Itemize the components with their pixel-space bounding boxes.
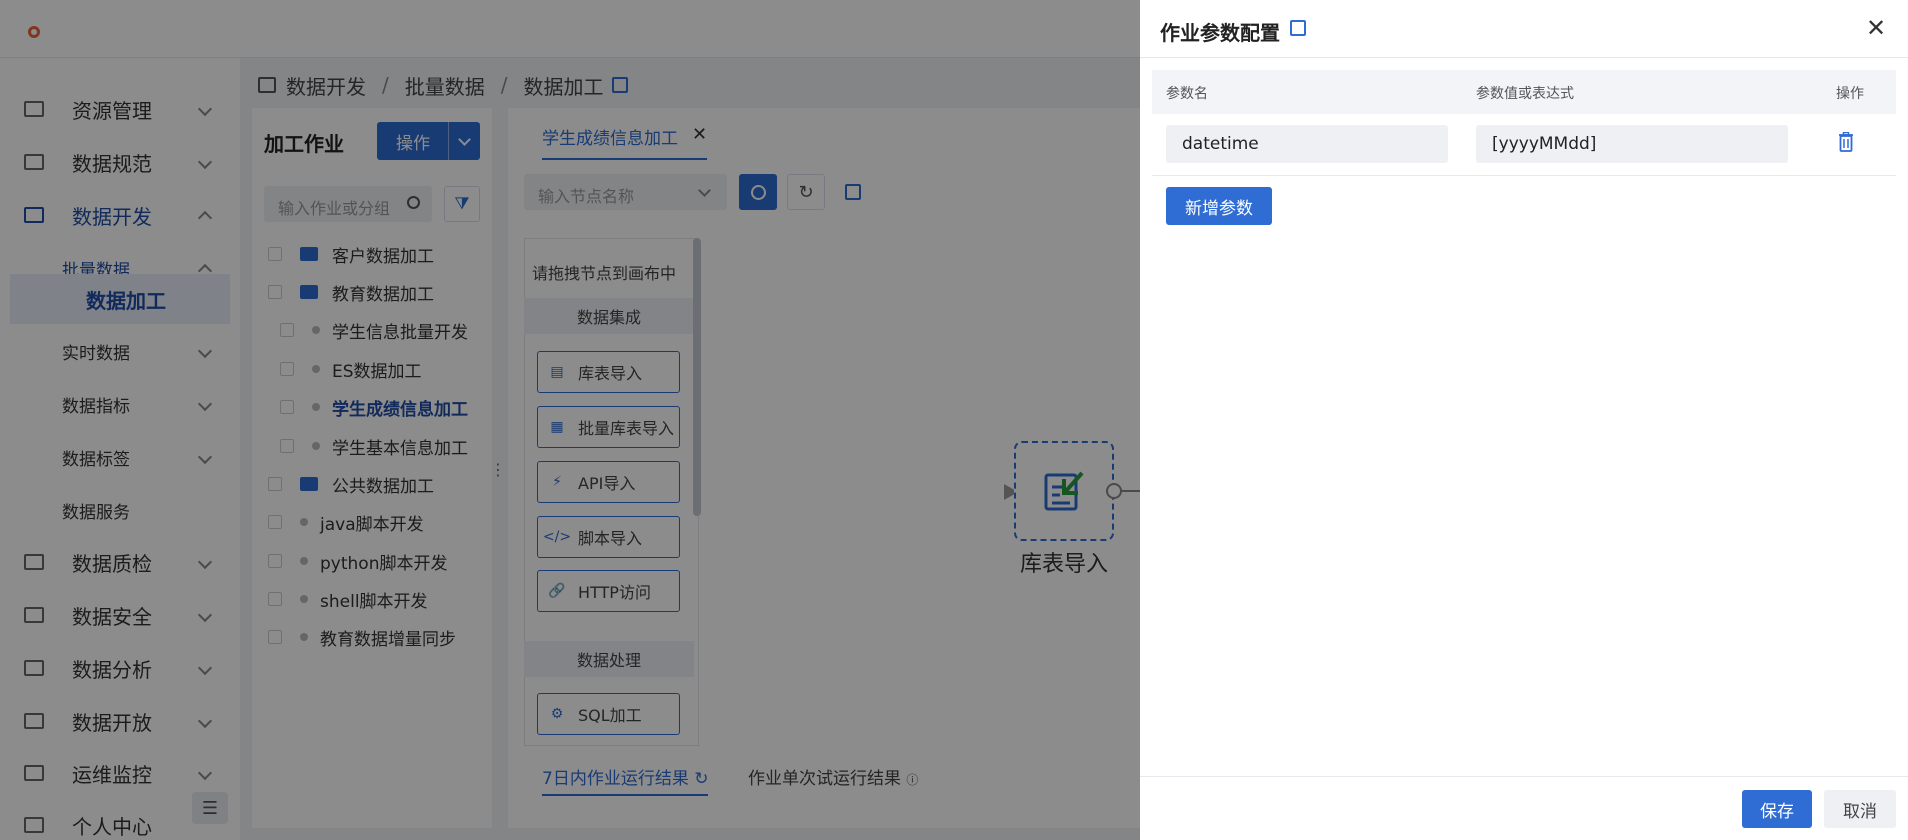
column-header: 参数值或表达式 <box>1476 86 1574 102</box>
close-icon[interactable]: ✕ <box>1866 14 1886 42</box>
param-table-header: 参数名 参数值或表达式 操作 <box>1152 70 1896 114</box>
book-icon[interactable] <box>1290 20 1306 36</box>
save-button[interactable]: 保存 <box>1742 790 1812 828</box>
cancel-button[interactable]: 取消 <box>1824 790 1896 828</box>
trash-icon[interactable] <box>1838 132 1854 152</box>
add-param-button[interactable]: 新增参数 <box>1166 187 1272 225</box>
param-name-input[interactable]: datetime <box>1166 125 1448 163</box>
drawer-title: 作业参数配置 <box>1160 21 1280 45</box>
column-header: 操作 <box>1836 86 1864 102</box>
param-value-input[interactable]: [yyyyMMdd] <box>1476 125 1788 163</box>
column-header: 参数名 <box>1166 86 1208 102</box>
